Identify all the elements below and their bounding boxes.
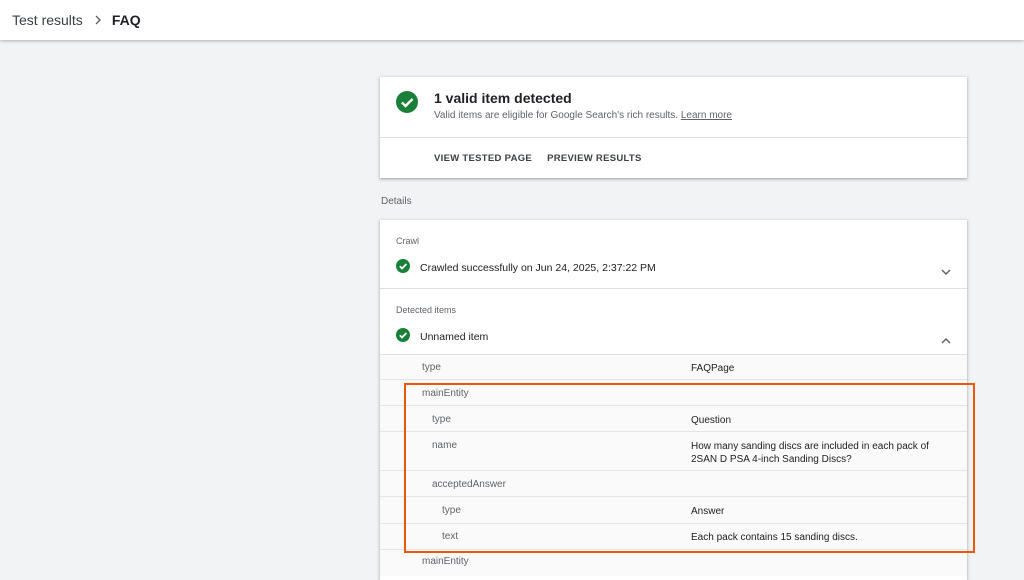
divider — [380, 288, 967, 289]
details-card: Crawl Crawled successfully on Jun 24, 20… — [380, 220, 967, 580]
table-row: name How many sanding discs are included… — [380, 432, 967, 471]
detected-item-row[interactable]: Unnamed item — [396, 327, 951, 347]
check-circle-icon — [396, 91, 418, 118]
summary-title: 1 valid item detected — [434, 90, 572, 106]
chevron-up-icon[interactable] — [941, 332, 951, 350]
breadcrumb-test-results[interactable]: Test results — [12, 12, 83, 28]
preview-results-button[interactable]: PREVIEW RESULTS — [547, 153, 642, 164]
table-row: mainEntity — [380, 380, 967, 406]
property-key: type — [432, 414, 451, 425]
summary-actions: VIEW TESTED PAGE PREVIEW RESULTS — [434, 153, 642, 164]
breadcrumb-current: FAQ — [111, 12, 141, 28]
summary-subtitle: Valid items are eligible for Google Sear… — [434, 110, 732, 121]
property-key: mainEntity — [422, 388, 469, 399]
detected-item-name: Unnamed item — [420, 331, 489, 343]
crawl-label: Crawl — [396, 236, 420, 246]
detected-items-label: Detected items — [396, 305, 457, 315]
property-value: Each pack contains 15 sanding discs. — [691, 532, 858, 543]
chevron-down-icon[interactable] — [941, 263, 951, 281]
property-key: text — [442, 531, 459, 542]
crawl-row[interactable]: Crawled successfully on Jun 24, 2025, 2:… — [396, 258, 951, 278]
chevron-right-icon — [94, 15, 102, 25]
table-row: type FAQPage — [380, 355, 967, 380]
summary-card: 1 valid item detected Valid items are el… — [380, 77, 967, 178]
property-key: type — [422, 362, 441, 373]
view-tested-page-button[interactable]: VIEW TESTED PAGE — [434, 153, 532, 164]
table-row: text Each pack contains 15 sanding discs… — [380, 524, 967, 550]
structured-data-table: type FAQPage mainEntity type Question na… — [380, 354, 967, 576]
top-bar: Test results FAQ — [0, 0, 1024, 40]
learn-more-link[interactable]: Learn more — [681, 110, 732, 121]
property-value: FAQPage — [691, 363, 735, 374]
divider — [380, 137, 967, 138]
details-heading: Details — [381, 196, 412, 207]
property-key: acceptedAnswer — [432, 479, 506, 490]
property-value: Answer — [691, 506, 725, 517]
check-circle-icon — [396, 258, 410, 278]
table-row: mainEntity — [380, 550, 967, 576]
table-row: type Question — [380, 406, 967, 432]
property-value: Question — [691, 415, 732, 426]
property-value: How many sanding discs are included in e… — [691, 441, 929, 465]
table-row: type Answer — [380, 497, 967, 524]
table-row: acceptedAnswer — [380, 471, 967, 497]
crawl-status: Crawled successfully on Jun 24, 2025, 2:… — [420, 262, 656, 274]
check-circle-icon — [396, 327, 410, 347]
property-key: mainEntity — [422, 556, 469, 567]
property-key: type — [442, 505, 461, 516]
property-key: name — [432, 440, 458, 451]
